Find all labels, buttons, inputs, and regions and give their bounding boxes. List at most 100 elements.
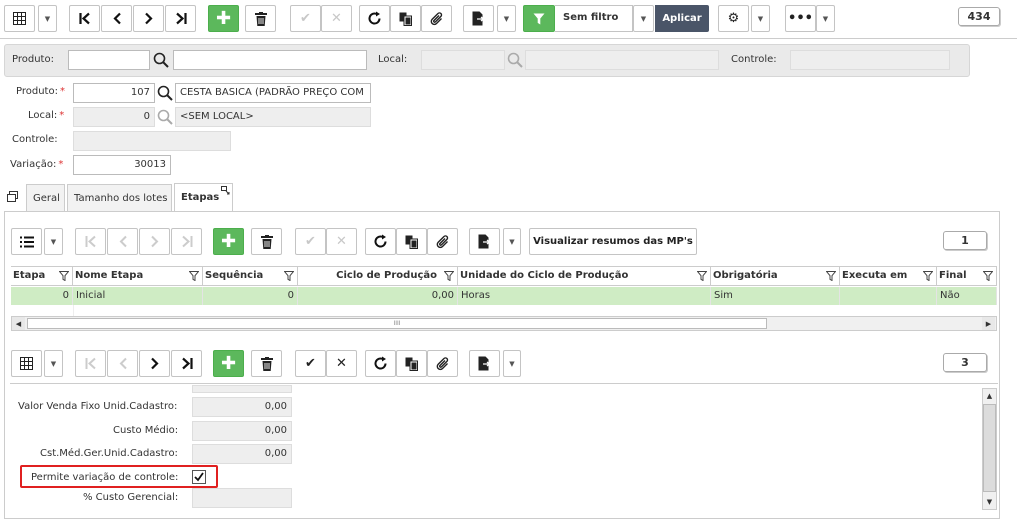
filter-icon[interactable] — [697, 271, 707, 281]
filter-produto-code-input[interactable] — [68, 50, 150, 70]
column-header-final[interactable]: Final — [937, 266, 997, 286]
custo-gerencial-input[interactable] — [192, 488, 292, 508]
filter-icon[interactable] — [189, 271, 199, 281]
filter-local-desc-input[interactable] — [525, 50, 719, 70]
column-header-sequencia[interactable]: Sequência — [203, 266, 298, 286]
delete-button[interactable] — [251, 228, 282, 255]
previous-record-button[interactable] — [107, 228, 138, 255]
produto-code-input[interactable]: 107 — [73, 83, 155, 103]
scroll-down-arrow[interactable]: ▼ — [983, 495, 996, 508]
filter-produto-desc-input[interactable] — [173, 50, 367, 70]
export-dropdown[interactable]: ▼ — [497, 5, 516, 32]
settings-button[interactable]: ⚙ — [718, 5, 749, 32]
column-header-executa-em[interactable]: Executa em — [840, 266, 937, 286]
attach-button[interactable] — [421, 5, 452, 32]
column-header-etapa[interactable]: Etapa — [11, 266, 73, 286]
filter-select[interactable]: Sem filtro — [555, 5, 633, 32]
cancel-button[interactable]: ✕ — [321, 5, 352, 32]
attach-button[interactable] — [427, 350, 458, 377]
duplicate-button[interactable] — [396, 228, 427, 255]
scroll-right-arrow[interactable]: ▶ — [982, 317, 995, 330]
next-record-button[interactable] — [139, 228, 170, 255]
filter-icon[interactable] — [59, 271, 69, 281]
scroll-left-arrow[interactable]: ◀ — [12, 317, 25, 330]
filter-icon[interactable] — [826, 271, 836, 281]
column-header-obrigatoria[interactable]: Obrigatória — [711, 266, 840, 286]
filter-controle-input[interactable] — [790, 50, 950, 70]
variacao-input[interactable]: 30013 — [73, 155, 171, 175]
export-dropdown[interactable]: ▼ — [503, 350, 521, 377]
grid-view-dropdown[interactable]: ▼ — [38, 5, 57, 32]
first-record-button[interactable] — [69, 5, 100, 32]
list-view-button[interactable] — [11, 228, 42, 255]
window-restore-icon[interactable] — [7, 191, 18, 202]
delete-button[interactable] — [245, 5, 276, 32]
filter-dropdown[interactable]: ▼ — [633, 5, 654, 32]
first-record-button[interactable] — [75, 350, 106, 377]
column-header-unidade-ciclo[interactable]: Unidade do Ciclo de Produção — [458, 266, 711, 286]
grid-view-button[interactable] — [11, 350, 42, 377]
next-record-button[interactable] — [139, 350, 170, 377]
refresh-button[interactable] — [365, 228, 396, 255]
scroll-up-arrow[interactable]: ▲ — [983, 389, 996, 402]
last-record-button[interactable] — [165, 5, 196, 32]
tab-geral[interactable]: Geral — [26, 184, 65, 211]
attach-button[interactable] — [427, 228, 458, 255]
filter-local-code-input[interactable] — [421, 50, 505, 70]
controle-input[interactable] — [73, 131, 231, 151]
refresh-button[interactable] — [359, 5, 390, 32]
duplicate-button[interactable] — [390, 5, 421, 32]
export-button[interactable] — [469, 350, 500, 377]
add-button[interactable]: ✚ — [213, 228, 244, 255]
produto-desc-input[interactable]: CESTA BASICA (PADRÃO PREÇO COM — [175, 83, 371, 103]
search-icon[interactable] — [153, 52, 169, 68]
column-header-ciclo-producao[interactable]: Ciclo de Produção — [298, 266, 458, 286]
confirm-button[interactable]: ✔ — [295, 350, 326, 377]
cst-med-input[interactable]: 0,00 — [192, 444, 292, 464]
summary-mp-button[interactable]: Visualizar resumos das MP's — [529, 228, 697, 255]
local-code-input[interactable]: 0 — [73, 107, 155, 127]
previous-record-button[interactable] — [101, 5, 132, 32]
filter-icon[interactable] — [983, 271, 993, 281]
tab-tamanho-dos-lotes[interactable]: Tamanho dos lotes — [67, 184, 172, 211]
delete-button[interactable] — [251, 350, 282, 377]
settings-dropdown[interactable]: ▼ — [751, 5, 770, 32]
permite-variacao-checkbox[interactable] — [192, 470, 206, 484]
local-desc-input[interactable]: <SEM LOCAL> — [175, 107, 371, 127]
more-actions-dropdown[interactable]: ▼ — [816, 5, 835, 32]
list-view-dropdown[interactable]: ▼ — [44, 228, 63, 255]
detail-top-field[interactable] — [192, 385, 292, 393]
export-button[interactable] — [469, 228, 500, 255]
last-record-button[interactable] — [171, 228, 202, 255]
search-icon[interactable] — [157, 109, 173, 125]
confirm-button[interactable]: ✔ — [290, 5, 321, 32]
first-record-button[interactable] — [75, 228, 106, 255]
last-record-button[interactable] — [171, 350, 202, 377]
grid-view-button[interactable] — [4, 5, 35, 32]
filter-icon[interactable] — [444, 271, 454, 281]
filter-button[interactable] — [523, 5, 555, 32]
search-icon[interactable] — [157, 85, 173, 101]
scrollbar-thumb[interactable]: IIII — [27, 318, 767, 329]
export-dropdown[interactable]: ▼ — [503, 228, 521, 255]
add-button[interactable]: ✚ — [208, 5, 239, 32]
confirm-button[interactable]: ✔ — [295, 228, 326, 255]
duplicate-button[interactable] — [396, 350, 427, 377]
cancel-button[interactable]: ✕ — [326, 228, 357, 255]
next-record-button[interactable] — [133, 5, 164, 32]
previous-record-button[interactable] — [107, 350, 138, 377]
filter-icon[interactable] — [923, 271, 933, 281]
grid-view-dropdown[interactable]: ▼ — [44, 350, 63, 377]
apply-filter-button[interactable]: Aplicar — [655, 5, 709, 32]
column-header-nome-etapa[interactable]: Nome Etapa — [73, 266, 203, 286]
expand-tab-icon[interactable] — [221, 186, 230, 195]
valor-venda-input[interactable]: 0,00 — [192, 397, 292, 417]
export-button[interactable] — [463, 5, 494, 32]
cancel-button[interactable]: ✕ — [326, 350, 357, 377]
vertical-scrollbar-thumb[interactable] — [983, 404, 996, 492]
more-actions-button[interactable]: ••• — [785, 5, 816, 32]
add-button[interactable]: ✚ — [213, 350, 244, 377]
custo-medio-input[interactable]: 0,00 — [192, 421, 292, 441]
filter-icon[interactable] — [284, 271, 294, 281]
search-icon[interactable] — [507, 52, 523, 68]
